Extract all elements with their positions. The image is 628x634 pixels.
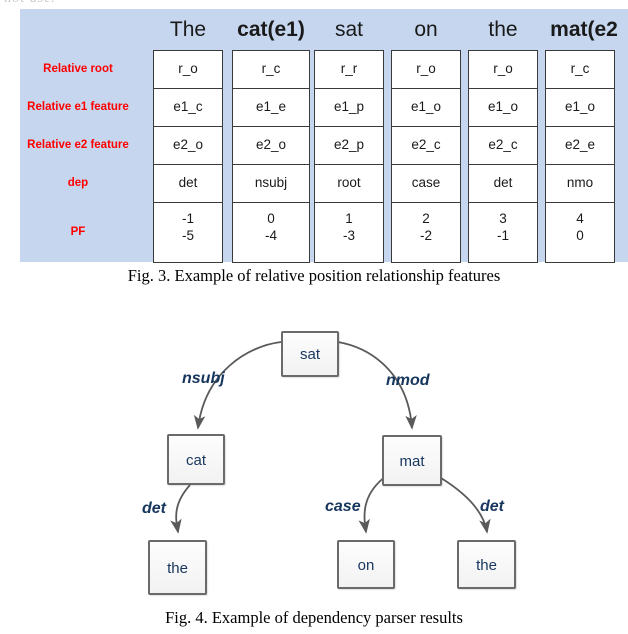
header-word-the-2: the — [488, 18, 518, 41]
cell-relative-e1-feature: e1_o — [391, 88, 461, 126]
row-label-relative-root: Relative root — [43, 63, 113, 75]
node-on-label: on — [357, 557, 375, 574]
node-mat[interactable]: mat — [382, 435, 442, 486]
node-the-left-label: the — [167, 560, 188, 577]
cell-dep: case — [391, 164, 461, 202]
feature-column-sat: r_r e1_p e2_p root 1 -3 — [314, 50, 384, 263]
node-on[interactable]: on — [337, 540, 395, 589]
cell-dep: nsubj — [232, 164, 310, 202]
cell-pf-top: 1 — [345, 211, 353, 226]
edge-cat-the-det — [170, 484, 191, 534]
node-the-left[interactable]: the — [148, 540, 207, 595]
feature-column-mat-e2: r_c e1_o e2_e nmo 4 0 — [545, 50, 615, 263]
node-cat[interactable]: cat — [167, 434, 225, 485]
clipped-top-text: not use. — [0, 0, 628, 9]
header-word-mat-e2: mat(e2 — [550, 18, 618, 41]
row-label-dep: dep — [67, 177, 89, 189]
cell-pf-top: 3 — [499, 211, 507, 226]
figure-4-caption: Fig. 4. Example of dependency parser res… — [165, 608, 463, 627]
cell-relative-e1-feature: e1_e — [232, 88, 310, 126]
header-word-cat-e1: cat(e1) — [237, 18, 305, 41]
feature-column-the: r_o e1_c e2_o det -1 -5 — [153, 50, 223, 263]
cell-dep: root — [314, 164, 384, 202]
row-label-relative-e1-feature: Relative e1 feature — [27, 101, 129, 113]
cell-pf: 2 -2 — [391, 202, 461, 263]
cell-pf-bottom: 0 — [576, 227, 584, 243]
cell-relative-e2-feature: e2_p — [314, 126, 384, 164]
cell-pf-top: 4 — [576, 211, 584, 226]
cell-relative-e2-feature: e2_o — [153, 126, 223, 164]
cell-dep: nmo — [545, 164, 615, 202]
figure-4-dependency-tree: sat cat mat the on the nsubj nmod det ca… — [0, 300, 628, 605]
cell-pf: 0 -4 — [232, 202, 310, 263]
cell-dep: det — [153, 164, 223, 202]
cell-relative-root: r_c — [545, 50, 615, 88]
clipped-top-text-label: not use. — [4, 0, 56, 7]
node-the-right[interactable]: the — [457, 540, 516, 589]
cell-relative-root: r_r — [314, 50, 384, 88]
figure-3-caption: Fig. 3. Example of relative position rel… — [127, 266, 501, 285]
cell-relative-root: r_o — [391, 50, 461, 88]
cell-pf-top: -1 — [181, 211, 194, 226]
figure-3-relative-position-features: The cat(e1) sat on the mat(e2 Relative r… — [0, 9, 628, 263]
cell-relative-e2-feature: e2_c — [468, 126, 538, 164]
cell-relative-e1-feature: e1_c — [153, 88, 223, 126]
edge-label-det-left: det — [142, 500, 166, 517]
cell-pf-top: 2 — [422, 211, 430, 226]
cell-relative-root: r_o — [153, 50, 223, 88]
cell-relative-e2-feature: e2_e — [545, 126, 615, 164]
figure-3-feature-table: The cat(e1) sat on the mat(e2 Relative r… — [0, 9, 628, 267]
cell-pf: -1 -5 — [153, 202, 223, 263]
cell-pf-bottom: -1 — [496, 227, 509, 243]
header-word-on: on — [414, 18, 438, 41]
cell-pf-bottom: -5 — [181, 227, 194, 243]
feature-column-cat-e1: r_c e1_e e2_o nsubj 0 -4 — [232, 50, 310, 263]
cell-pf: 4 0 — [545, 202, 615, 263]
feature-column-the-2: r_o e1_o e2_c det 3 -1 — [468, 50, 538, 263]
cell-pf-top: 0 — [267, 211, 275, 226]
cell-relative-e1-feature: e1_p — [314, 88, 384, 126]
cell-relative-e1-feature: e1_o — [545, 88, 615, 126]
header-word-sat: sat — [334, 18, 363, 41]
edge-label-det-right: det — [480, 498, 504, 515]
cell-relative-e2-feature: e2_o — [232, 126, 310, 164]
cell-pf-bottom: -3 — [342, 227, 355, 243]
cell-pf: 3 -1 — [468, 202, 538, 263]
cell-dep: det — [468, 164, 538, 202]
cell-relative-e1-feature: e1_o — [468, 88, 538, 126]
cell-pf: 1 -3 — [314, 202, 384, 263]
edge-label-nmod: nmod — [386, 372, 430, 389]
feature-column-on: r_o e1_o e2_c case 2 -2 — [391, 50, 461, 263]
cell-relative-e2-feature: e2_c — [391, 126, 461, 164]
header-word-the: The — [169, 18, 207, 41]
cell-relative-root: r_o — [468, 50, 538, 88]
node-sat-label: sat — [299, 346, 320, 363]
cell-relative-root: r_c — [232, 50, 310, 88]
cell-pf-bottom: -2 — [419, 227, 432, 243]
edge-label-case: case — [325, 498, 361, 515]
node-the-right-label: the — [476, 557, 497, 574]
node-sat[interactable]: sat — [281, 331, 339, 377]
edge-label-nsubj: nsubj — [182, 370, 225, 387]
row-label-relative-e2-feature: Relative e2 feature — [27, 139, 129, 151]
row-label-pf: PF — [70, 226, 86, 238]
node-mat-label: mat — [399, 453, 425, 470]
cell-pf-bottom: -4 — [264, 227, 277, 243]
node-cat-label: cat — [185, 452, 206, 469]
